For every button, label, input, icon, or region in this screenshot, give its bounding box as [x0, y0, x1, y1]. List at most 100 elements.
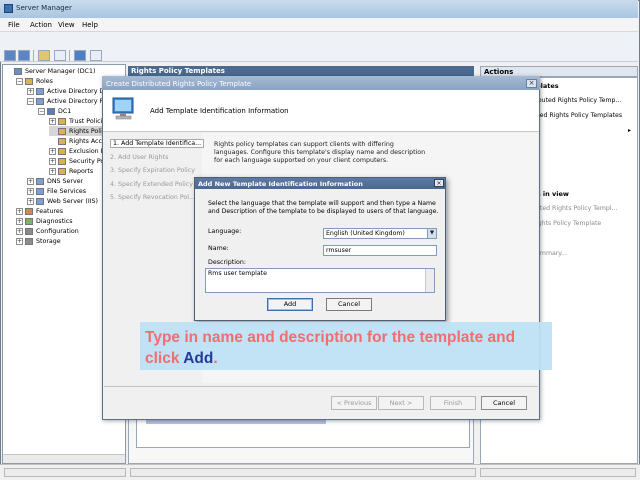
tree-expander-icon[interactable]: −	[27, 97, 34, 105]
wizard-step-identification[interactable]: 1. Add Template Identifica...	[110, 139, 205, 148]
tree-item[interactable]: + Exclusion Po	[49, 146, 108, 156]
status-bar-cell	[480, 468, 636, 477]
previous-button[interactable]: < Previous	[331, 396, 377, 410]
tree-item[interactable]: + Reports	[49, 166, 93, 176]
toolbar	[0, 32, 638, 62]
tree-item[interactable]: + Storage	[16, 236, 61, 246]
tree-node-icon	[36, 97, 44, 105]
description-label: Description:	[208, 259, 246, 266]
menu-action[interactable]: Action	[30, 21, 52, 29]
tree-item-label: Active Directory Rig	[47, 97, 110, 105]
tree-expander-icon[interactable]: +	[16, 227, 23, 235]
menu-help[interactable]: Help	[82, 21, 98, 29]
status-bar-cell	[130, 468, 476, 477]
description-scrollbar[interactable]	[425, 269, 434, 292]
tree-item-label: File Services	[47, 187, 87, 195]
finish-button[interactable]: Finish	[430, 396, 476, 410]
server-manager-icon	[4, 4, 13, 13]
tree-item[interactable]: + Trust Policie	[49, 116, 106, 126]
tree-item[interactable]: + Diagnostics	[16, 216, 73, 226]
tree-expander-icon[interactable]: +	[16, 217, 23, 225]
tree-node-icon	[58, 127, 66, 135]
properties-icon[interactable]	[90, 50, 102, 61]
menu-view[interactable]: View	[58, 21, 75, 29]
tree-item-label: Rights Polic	[69, 127, 106, 135]
tree-item[interactable]: − DC1	[38, 106, 71, 116]
tree-item[interactable]: + File Services	[27, 186, 86, 196]
tree-expander-icon[interactable]: −	[16, 77, 23, 85]
wizard-step-user-rights[interactable]: 2. Add User Rights	[110, 154, 168, 161]
toolbar-separator	[69, 50, 70, 61]
name-input[interactable]: rmsuser	[323, 245, 437, 256]
tree-item[interactable]: − Active Directory Rig	[27, 96, 110, 106]
tree-expander-icon[interactable]: +	[49, 167, 56, 175]
tree-expander-icon[interactable]: −	[38, 107, 45, 115]
status-bar-cell	[4, 468, 126, 477]
tree-expander-icon[interactable]: +	[27, 187, 34, 195]
tree-node-icon	[25, 77, 33, 85]
tree-item[interactable]: + Security Poli	[49, 156, 108, 166]
tree-expander-icon[interactable]: +	[16, 237, 23, 245]
tree-expander-icon[interactable]: +	[49, 147, 56, 155]
tree-node-icon	[36, 177, 44, 185]
tree-expander-icon[interactable]: +	[49, 117, 56, 125]
tree-item[interactable]: Rights Polic	[49, 126, 106, 136]
wizard-close-icon[interactable]: ×	[526, 79, 537, 88]
actions-section-selection: n in view	[536, 190, 569, 198]
add-dialog-cancel-button[interactable]: Cancel	[326, 298, 372, 311]
show-hide-tree-icon[interactable]	[54, 50, 66, 61]
add-button[interactable]: Add	[267, 298, 313, 311]
tree-item-label: Trust Policie	[69, 117, 107, 125]
wizard-cancel-button[interactable]: Cancel	[481, 396, 527, 410]
toolbar-separator	[33, 50, 34, 61]
next-button[interactable]: Next >	[378, 396, 424, 410]
menu-file[interactable]: File	[8, 21, 20, 29]
tree-item[interactable]: Rights Acco	[49, 136, 106, 146]
back-icon[interactable]	[4, 50, 16, 61]
help-icon[interactable]	[74, 50, 86, 61]
tree-node-icon	[58, 157, 66, 165]
tree-item-label: DC1	[58, 107, 72, 115]
tree-node-icon	[47, 107, 55, 115]
action-summary[interactable]: ummary...	[536, 250, 567, 257]
tutorial-instruction: Type in name and description for the tem…	[145, 327, 550, 369]
wizard-description: Rights policy templates can support clie…	[214, 141, 426, 164]
up-folder-icon[interactable]	[38, 50, 50, 61]
tree-node-icon	[36, 87, 44, 95]
window-title: Server Manager	[16, 4, 72, 12]
action-rights-policy-template[interactable]: ights Policy Template	[536, 220, 601, 227]
wizard-step-expiration[interactable]: 3. Specify Expiration Policy	[110, 167, 195, 174]
dropdown-arrow-icon[interactable]: ▼	[427, 229, 436, 238]
description-textarea[interactable]: Rms user template	[205, 268, 435, 293]
tree-expander-icon[interactable]: +	[27, 177, 34, 185]
tree-item-label: Configuration	[36, 227, 79, 235]
tree-item[interactable]: + Web Server (IIS)	[27, 196, 98, 206]
tree-item-label: Reports	[69, 167, 94, 175]
action-selected-template[interactable]: uted Rights Policy Templ...	[536, 205, 617, 212]
tree-horizontal-scrollbar[interactable]	[3, 454, 125, 463]
action-archived-templates[interactable]: ved Rights Policy Templates	[536, 112, 622, 119]
status-bar	[0, 464, 640, 480]
add-dialog-close-icon[interactable]: ×	[434, 179, 444, 187]
language-select[interactable]: English (United Kingdom)	[323, 228, 437, 239]
tree-expander-icon[interactable]: +	[27, 87, 34, 95]
tree-item[interactable]: + DNS Server	[27, 176, 83, 186]
tree-item-label: Roles	[36, 77, 53, 85]
forward-icon[interactable]	[18, 50, 30, 61]
menu-bar: File Action View Help	[0, 18, 638, 32]
tree-node-icon	[25, 207, 33, 215]
tree-item[interactable]: + Active Directory Do	[27, 86, 108, 96]
tree-expander-icon[interactable]: +	[49, 157, 56, 165]
tree-expander-icon[interactable]: +	[16, 207, 23, 215]
tree-item[interactable]: + Configuration	[16, 226, 79, 236]
wizard-step-extended[interactable]: 4. Specify Extended Policy	[110, 181, 193, 188]
tree-item[interactable]: Server Manager (DC1)	[5, 66, 95, 76]
tree-expander-icon[interactable]: +	[27, 197, 34, 205]
tree-item[interactable]: − Roles	[16, 76, 53, 86]
wizard-step-revocation[interactable]: 5. Specify Revocation Pol...	[110, 194, 195, 201]
tree-item-label: Active Directory Do	[47, 87, 109, 95]
tree-node-icon	[58, 137, 66, 145]
action-create-template[interactable]: ibuted Rights Policy Temp...	[536, 97, 621, 104]
submenu-arrow-icon[interactable]: ▸	[628, 127, 631, 134]
tree-item[interactable]: + Features	[16, 206, 63, 216]
